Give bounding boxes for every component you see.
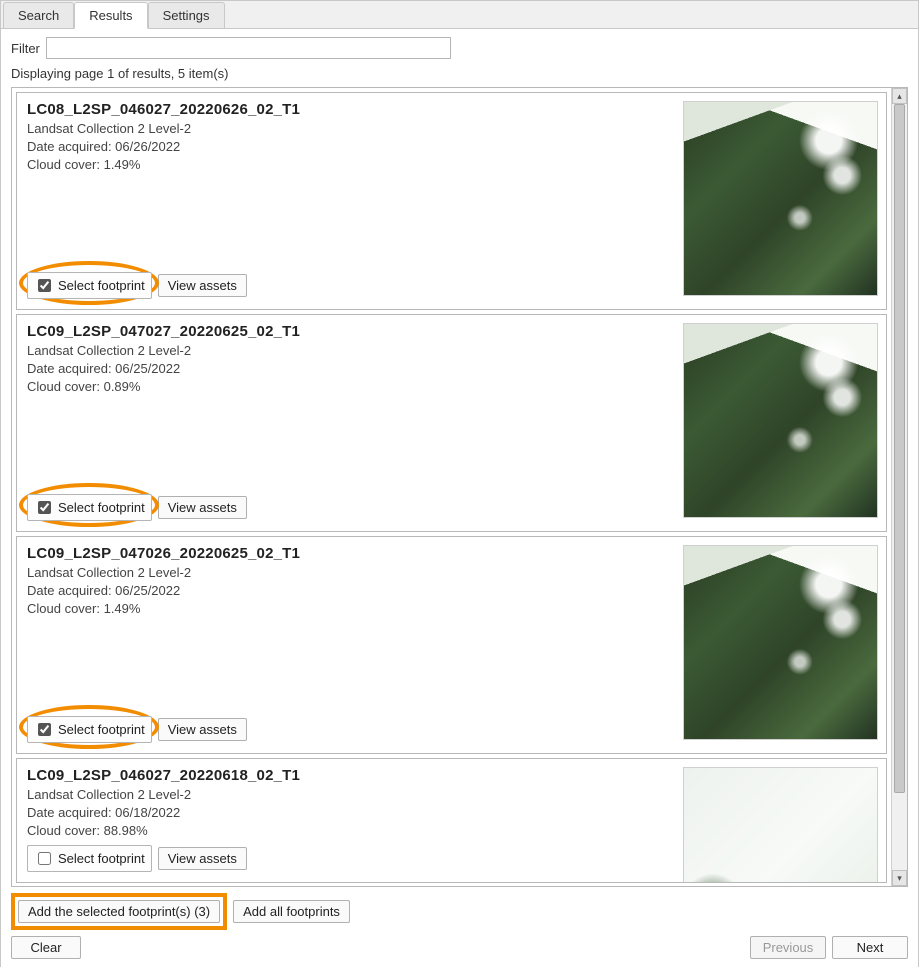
select-footprint-label: Select footprint [58, 722, 145, 737]
result-card: LC09_L2SP_047026_20220625_02_T1Landsat C… [16, 536, 887, 754]
select-footprint-label: Select footprint [58, 278, 145, 293]
footer-row-add: Add the selected footprint(s) (3) Add al… [11, 893, 908, 930]
view-assets-button[interactable]: View assets [158, 847, 247, 870]
result-actions: Select footprint View assets [27, 272, 247, 299]
checkbox-input[interactable] [38, 852, 51, 865]
footer: Add the selected footprint(s) (3) Add al… [11, 887, 908, 959]
tab-bar: Search Results Settings [1, 1, 918, 29]
highlight-add-selected: Add the selected footprint(s) (3) [11, 893, 227, 930]
scrollbar[interactable]: ▴ ▾ [891, 88, 907, 886]
scroll-up-icon[interactable]: ▴ [892, 88, 907, 104]
view-assets-button[interactable]: View assets [158, 274, 247, 297]
thumbnail-image [683, 767, 878, 883]
select-footprint-checkbox[interactable]: Select footprint [27, 494, 152, 521]
footer-row-nav: Clear Previous Next [11, 936, 908, 959]
select-footprint-checkbox[interactable]: Select footprint [27, 716, 152, 743]
result-card: LC09_L2SP_047027_20220625_02_T1Landsat C… [16, 314, 887, 532]
scroll-thumb[interactable] [894, 104, 905, 793]
view-assets-button[interactable]: View assets [158, 496, 247, 519]
checkbox-input[interactable] [38, 279, 51, 292]
result-actions: Select footprint View assets [27, 716, 247, 743]
checkbox-input[interactable] [38, 501, 51, 514]
previous-button[interactable]: Previous [750, 936, 826, 959]
scroll-track[interactable] [892, 104, 907, 870]
view-assets-button[interactable]: View assets [158, 718, 247, 741]
add-all-footprints-button[interactable]: Add all footprints [233, 900, 350, 923]
tab-search[interactable]: Search [3, 2, 74, 28]
results-panel: Search Results Settings Filter Displayin… [0, 0, 919, 967]
select-footprint-checkbox[interactable]: Select footprint [27, 272, 152, 299]
add-selected-footprints-button[interactable]: Add the selected footprint(s) (3) [18, 900, 220, 923]
results-scroll: LC08_L2SP_046027_20220626_02_T1Landsat C… [12, 88, 891, 886]
thumbnail-image [683, 101, 878, 296]
filter-label: Filter [11, 41, 40, 56]
tab-results[interactable]: Results [74, 2, 147, 29]
thumbnail-image [683, 323, 878, 518]
results-body: Filter Displaying page 1 of results, 5 i… [1, 29, 918, 967]
select-footprint-label: Select footprint [58, 500, 145, 515]
result-card: LC08_L2SP_046027_20220626_02_T1Landsat C… [16, 92, 887, 310]
status-text: Displaying page 1 of results, 5 item(s) [11, 66, 908, 81]
select-footprint-checkbox[interactable]: Select footprint [27, 845, 152, 872]
result-card: LC09_L2SP_046027_20220618_02_T1Landsat C… [16, 758, 887, 883]
results-container: LC08_L2SP_046027_20220626_02_T1Landsat C… [11, 87, 908, 887]
filter-row: Filter [11, 37, 908, 59]
clear-button[interactable]: Clear [11, 936, 81, 959]
result-actions: Select footprint View assets [27, 494, 247, 521]
tab-settings[interactable]: Settings [148, 2, 225, 28]
scroll-down-icon[interactable]: ▾ [892, 870, 907, 886]
result-actions: Select footprint View assets [27, 845, 247, 872]
thumbnail-image [683, 545, 878, 740]
checkbox-input[interactable] [38, 723, 51, 736]
next-button[interactable]: Next [832, 936, 908, 959]
filter-input[interactable] [46, 37, 451, 59]
select-footprint-label: Select footprint [58, 851, 145, 866]
